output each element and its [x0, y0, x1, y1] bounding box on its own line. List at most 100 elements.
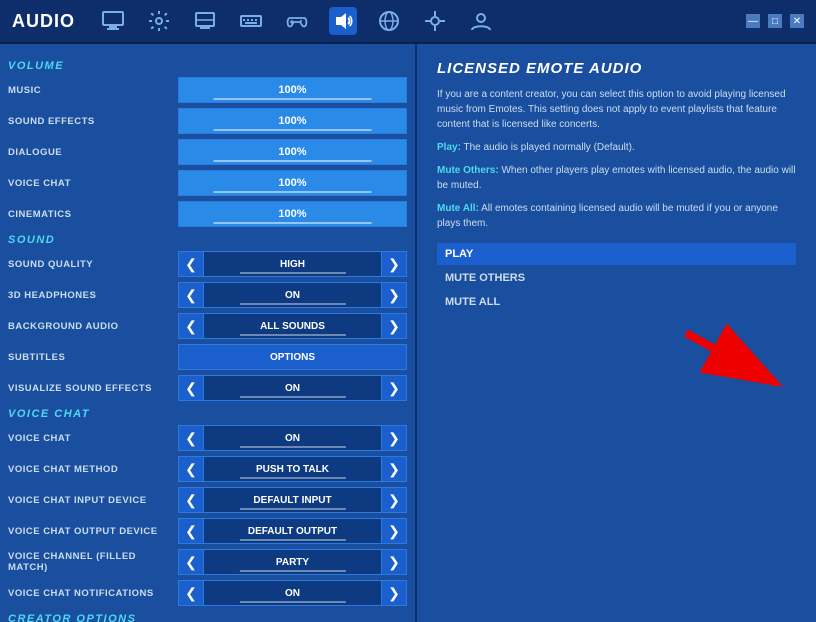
background-audio-label: Background Audio: [8, 321, 178, 332]
voice-notifications-val: On: [204, 580, 381, 606]
nav-settings-icon[interactable]: [145, 7, 173, 35]
voice-chat-vol-value: 100%: [178, 170, 407, 196]
voice-chat-method-left-arrow[interactable]: ❮: [178, 456, 204, 482]
volume-section-header: Volume: [8, 60, 407, 72]
music-bar[interactable]: 100%: [178, 77, 407, 103]
nav-keyboard-icon[interactable]: [237, 7, 265, 35]
window-controls: — □ ✕: [746, 14, 804, 28]
cinematics-label: Cinematics: [8, 209, 178, 220]
sound-effects-label: Sound Effects: [8, 116, 178, 127]
option-mute-all[interactable]: Mute All: [437, 291, 796, 313]
nav-audio-icon[interactable]: [329, 7, 357, 35]
sound-quality-label: Sound Quality: [8, 259, 178, 270]
visualize-sound-value: ❮ On ❯: [178, 375, 407, 401]
background-audio-right-arrow[interactable]: ❯: [381, 313, 407, 339]
voice-chat-output-val-text: Default Output: [248, 526, 337, 537]
right-panel-play-desc: Play: The audio is played normally (Defa…: [437, 140, 796, 155]
voice-channel-label: Voice Channel (Filled Match): [8, 551, 178, 573]
music-label: Music: [8, 85, 178, 96]
background-audio-val: All Sounds: [204, 313, 381, 339]
setting-sound-quality: Sound Quality ❮ High ❯: [8, 250, 407, 278]
sound-quality-right-arrow[interactable]: ❯: [381, 251, 407, 277]
voice-chat-output-label: Voice Chat Output Device: [8, 526, 178, 537]
red-arrow-indicator: [676, 323, 806, 403]
voice-chat-input-val-text: Default Input: [253, 495, 331, 506]
mute-all-desc-text: All emotes containing licensed audio wil…: [437, 203, 778, 229]
nav-monitor-icon[interactable]: [99, 7, 127, 35]
setting-visualize-sound: Visualize Sound Effects ❮ On ❯: [8, 374, 407, 402]
close-button[interactable]: ✕: [790, 14, 804, 28]
voice-chat-output-left-arrow[interactable]: ❮: [178, 518, 204, 544]
dialogue-bar-text: 100%: [278, 146, 306, 158]
visualize-sound-right-arrow[interactable]: ❯: [381, 375, 407, 401]
minimize-button[interactable]: —: [746, 14, 760, 28]
option-mute-others[interactable]: Mute Others: [437, 267, 796, 289]
voice-chat-method-label: Voice Chat Method: [8, 464, 178, 475]
voice-chat-right-arrow[interactable]: ❯: [381, 425, 407, 451]
top-bar: Audio: [0, 0, 816, 44]
visualize-sound-label: Visualize Sound Effects: [8, 383, 178, 394]
dialogue-bar[interactable]: 100%: [178, 139, 407, 165]
voice-chat-vol-label: Voice Chat: [8, 178, 178, 189]
3d-headphones-right-arrow[interactable]: ❯: [381, 282, 407, 308]
background-audio-val-text: All Sounds: [260, 321, 325, 332]
3d-headphones-value: ❮ On ❯: [178, 282, 407, 308]
setting-cinematics: Cinematics 100%: [8, 200, 407, 228]
nav-crosshair-icon[interactable]: [421, 7, 449, 35]
setting-voice-chat-method: Voice Chat Method ❮ Push to Talk ❯: [8, 455, 407, 483]
voice-chat-method-val-text: Push to Talk: [256, 464, 329, 475]
left-panel: Volume Music 100% Sound Effects 100%: [0, 44, 415, 622]
sound-effects-bar[interactable]: 100%: [178, 108, 407, 134]
voice-chat-output-right-arrow[interactable]: ❯: [381, 518, 407, 544]
voice-chat-vol-bar[interactable]: 100%: [178, 170, 407, 196]
setting-voice-chat-output: Voice Chat Output Device ❮ Default Outpu…: [8, 517, 407, 545]
nav-display-icon[interactable]: [191, 7, 219, 35]
music-value: 100%: [178, 77, 407, 103]
setting-3d-headphones: 3D Headphones ❮ On ❯: [8, 281, 407, 309]
sound-effects-bar-text: 100%: [278, 115, 306, 127]
subtitles-options-btn[interactable]: Options: [178, 344, 407, 370]
voice-notifications-value: ❮ On ❯: [178, 580, 407, 606]
voice-chat-output-value: ❮ Default Output ❯: [178, 518, 407, 544]
mute-others-label: Mute Others:: [437, 165, 499, 176]
3d-headphones-left-arrow[interactable]: ❮: [178, 282, 204, 308]
sound-quality-value: ❮ High ❯: [178, 251, 407, 277]
subtitles-value: Options: [178, 344, 407, 370]
cinematics-bar[interactable]: 100%: [178, 201, 407, 227]
setting-voice-chat-input: Voice Chat Input Device ❮ Default Input …: [8, 486, 407, 514]
voice-chat-input-value: ❮ Default Input ❯: [178, 487, 407, 513]
mute-all-label: Mute All:: [437, 203, 479, 214]
maximize-button[interactable]: □: [768, 14, 782, 28]
nav-profile-icon[interactable]: [467, 7, 495, 35]
right-panel-mute-all-desc: Mute All: All emotes containing licensed…: [437, 201, 796, 231]
cinematics-value: 100%: [178, 201, 407, 227]
voice-notifications-right-arrow[interactable]: ❯: [381, 580, 407, 606]
voice-channel-right-arrow[interactable]: ❯: [381, 549, 407, 575]
right-panel-title: Licensed Emote Audio: [437, 60, 796, 77]
window-title: Audio: [12, 11, 75, 32]
voice-notifications-left-arrow[interactable]: ❮: [178, 580, 204, 606]
setting-voice-notifications: Voice Chat Notifications ❮ On ❯: [8, 579, 407, 607]
option-play[interactable]: Play: [437, 243, 796, 265]
nav-network-icon[interactable]: [375, 7, 403, 35]
voice-chat-method-right-arrow[interactable]: ❯: [381, 456, 407, 482]
voice-chat-input-val: Default Input: [204, 487, 381, 513]
voice-chat-input-left-arrow[interactable]: ❮: [178, 487, 204, 513]
voice-chat-method-value: ❮ Push to Talk ❯: [178, 456, 407, 482]
voice-channel-left-arrow[interactable]: ❮: [178, 549, 204, 575]
voice-chat-left-arrow[interactable]: ❮: [178, 425, 204, 451]
background-audio-left-arrow[interactable]: ❮: [178, 313, 204, 339]
voice-chat-input-right-arrow[interactable]: ❯: [381, 487, 407, 513]
voice-channel-value: ❮ Party ❯: [178, 549, 407, 575]
voice-chat-val: On: [204, 425, 381, 451]
sound-quality-left-arrow[interactable]: ❮: [178, 251, 204, 277]
voice-chat-vol-bar-text: 100%: [278, 177, 306, 189]
visualize-sound-left-arrow[interactable]: ❮: [178, 375, 204, 401]
visualize-sound-val-text: On: [285, 383, 300, 394]
main-area: Volume Music 100% Sound Effects 100%: [0, 44, 816, 622]
subtitles-label: Subtitles: [8, 352, 178, 363]
nav-controller-icon[interactable]: [283, 7, 311, 35]
voice-channel-val-text: Party: [276, 557, 309, 568]
3d-headphones-val-text: On: [285, 290, 300, 301]
background-audio-value: ❮ All Sounds ❯: [178, 313, 407, 339]
